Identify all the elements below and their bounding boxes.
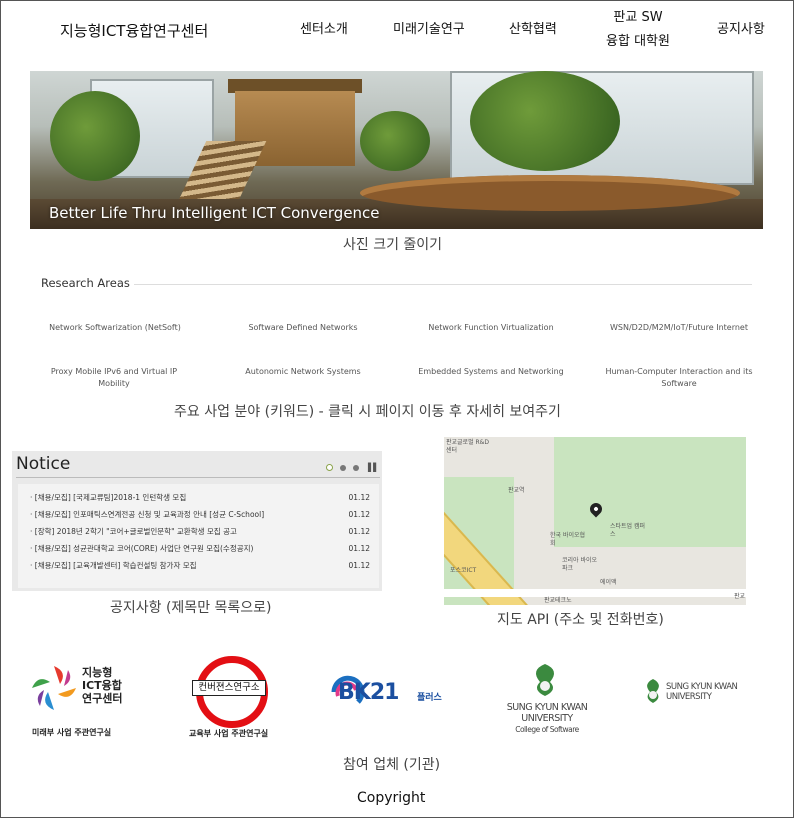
research-item[interactable]: Network Softwarization (NetSoft) [40, 322, 190, 334]
convergence-logo-text: 컨버젼스연구소 [192, 680, 266, 696]
notice-row[interactable]: · [장학] 2018년 2학기 "코어+글로벌인문학" 교환학생 모집 공고 0… [30, 526, 370, 538]
partner-logo-skku-software[interactable]: SUNG KYUN KWAN UNIVERSITY College of Sof… [492, 660, 602, 740]
ict-logo-line: 지능형 [82, 666, 113, 679]
notice-row[interactable]: · [채용/모집] 성균관대학교 코어(CORE) 사업단 연구원 모집(수정공… [30, 543, 370, 555]
research-item[interactable]: Software Defined Networks [228, 322, 378, 334]
skku-emblem-icon [536, 664, 554, 696]
research-item[interactable]: Human-Computer Interaction and its Softw… [604, 366, 754, 390]
notice-pager: ▌▌ [326, 463, 379, 472]
notice-row-date: 01.12 [348, 493, 370, 502]
location-map[interactable]: 판교글로벌 R&D센터 판교역 한국 바이오협회 스타트업 캠퍼스 코리아 바이… [444, 437, 746, 605]
bk21-logo-sub: 플러스 [417, 693, 442, 703]
nav-pangyo-line2: 융합 대학원 [606, 34, 670, 49]
research-item[interactable]: Proxy Mobile IPv6 and Virtual IP Mobilit… [38, 366, 190, 390]
hero-image: Better Life Thru Intelligent ICT Converg… [30, 71, 763, 229]
research-areas-title: Research Areas [41, 276, 130, 290]
ict-logo-text: 지능형 ICT융합 연구센터 [82, 666, 122, 705]
nav-notices[interactable]: 공지사항 [717, 18, 765, 42]
skku-software-logo-text: SUNG KYUN KWAN UNIVERSITY College of Sof… [497, 702, 597, 735]
map-label: 포스코ICT [450, 567, 477, 574]
ict-logo-line: ICT융합 [82, 679, 122, 692]
map-label: 코리아 바이오파크 [562, 557, 598, 572]
skku-logo-text: SUNG KYUN KWAN UNIVERSITY [666, 682, 738, 702]
notice-row[interactable]: · [채용/모집] [국제교류팀]2018-1 인턴학생 모집 01.12 [30, 492, 370, 504]
nav-center-intro[interactable]: 센터소개 [300, 18, 348, 42]
notice-row[interactable]: · [채용/모집] [교육개발센터] 학습컨설팅 참가자 모집 01.12 [30, 560, 370, 572]
notice-row-title: · [채용/모집] [국제교류팀]2018-1 인턴학생 모집 [30, 493, 187, 502]
partners-note: 참여 업체 (기관) [343, 757, 441, 773]
pause-icon[interactable]: ▌▌ [368, 463, 379, 472]
research-item[interactable]: Network Function Virtualization [416, 322, 566, 334]
notice-row-title: · [장학] 2018년 2학기 "코어+글로벌인문학" 교환학생 모집 공고 [30, 527, 237, 536]
hero-table [360, 175, 740, 211]
hero-tree [470, 71, 620, 171]
hero-note: 사진 크기 줄이기 [343, 237, 443, 253]
notice-row-title: · [채용/모집] 인포매틱스연계전공 신청 및 교육과정 안내 [성균 C-S… [30, 510, 265, 519]
notice-row-title: · [채용/모집] 성균관대학교 코어(CORE) 사업단 연구원 모집(수정공… [30, 544, 254, 553]
ict-logo-line: 연구센터 [82, 692, 123, 705]
research-note: 주요 사업 분야 (키워드) - 클릭 시 페이지 이동 후 자세히 보여주기 [174, 404, 561, 420]
notice-note: 공지사항 (제목만 목록으로) [110, 600, 272, 616]
notice-panel: Notice ▌▌ · [채용/모집] [국제교류팀]2018-1 인턴학생 모… [12, 451, 382, 591]
partner-logo-ict-center[interactable]: 지능형 ICT융합 연구센터 미래부 사업 주관연구실 [28, 660, 138, 740]
research-item[interactable]: Embedded Systems and Networking [416, 366, 566, 378]
partner-logo-convergence-lab[interactable]: 컨버젼스연구소 교육부 사업 주관연구실 [186, 654, 276, 740]
map-label: 판교글로벌 R&D센터 [446, 439, 489, 454]
notice-title[interactable]: Notice [16, 454, 70, 474]
map-road [444, 589, 746, 597]
footer-copyright: Copyright [357, 790, 426, 806]
nav-industry-cooperation[interactable]: 산학협력 [509, 18, 557, 42]
pager-dot[interactable] [340, 464, 346, 471]
partner-logo-bk21[interactable]: BK21 플러스 [328, 670, 448, 718]
research-item[interactable]: Autonomic Network Systems [228, 366, 378, 378]
nav-future-tech[interactable]: 미래기술연구 [393, 18, 465, 42]
notice-divider [16, 477, 380, 478]
skku-logo-line: UNIVERSITY [666, 692, 712, 702]
ict-logo-caption: 미래부 사업 주관연구실 [32, 728, 112, 737]
notice-row[interactable]: · [채용/모집] 인포매틱스연계전공 신청 및 교육과정 안내 [성균 C-S… [30, 509, 370, 521]
hero-tree [360, 111, 430, 171]
map-label: 스타트업 캠퍼스 [610, 523, 646, 538]
map-label: 에이액 [600, 579, 617, 586]
pager-dot[interactable] [353, 464, 359, 471]
hero-tree [50, 91, 140, 181]
map-label: 판교 [734, 593, 746, 600]
hero-caption: Better Life Thru Intelligent ICT Converg… [49, 204, 380, 222]
notice-row-date: 01.12 [348, 544, 370, 553]
map-label: 판교역 [508, 487, 525, 494]
map-label: 한국 바이오협회 [550, 532, 586, 547]
bk21-logo-text: BK21 [338, 680, 399, 705]
site-brand[interactable]: 지능형ICT융합연구센터 [60, 20, 208, 41]
convergence-logo-caption: 교육부 사업 주관연구실 [189, 729, 269, 738]
notice-row-date: 01.12 [348, 527, 370, 536]
pinwheel-logo-icon [32, 666, 76, 710]
research-item[interactable]: WSN/D2D/M2M/IoT/Future Internet [604, 322, 754, 334]
notice-row-date: 01.12 [348, 561, 370, 570]
skku-emblem-icon [647, 679, 659, 703]
skku-logo-line: SUNG KYUN KWAN [666, 682, 738, 692]
map-label: 판교테크노 [544, 597, 572, 604]
map-park-area [554, 437, 746, 547]
partner-logo-skku[interactable]: SUNG KYUN KWAN UNIVERSITY [640, 678, 764, 708]
pager-dot-active[interactable] [326, 464, 333, 471]
research-areas-divider [134, 284, 752, 285]
skku-logo-line: SUNG KYUN KWAN [506, 702, 588, 713]
notice-row-title: · [채용/모집] [교육개발센터] 학습컨설팅 참가자 모집 [30, 561, 197, 570]
notice-list: · [채용/모집] [국제교류팀]2018-1 인턴학생 모집 01.12 · [… [18, 484, 379, 588]
skku-logo-line: UNIVERSITY [521, 713, 573, 724]
map-note: 지도 API (주소 및 전화번호) [497, 612, 664, 628]
skku-logo-line: College of Software [515, 725, 579, 734]
notice-row-date: 01.12 [348, 510, 370, 519]
nav-pangyo-line1: 판교 SW [613, 10, 663, 25]
nav-pangyo-sw[interactable]: 판교 SW 융합 대학원 [603, 6, 673, 54]
